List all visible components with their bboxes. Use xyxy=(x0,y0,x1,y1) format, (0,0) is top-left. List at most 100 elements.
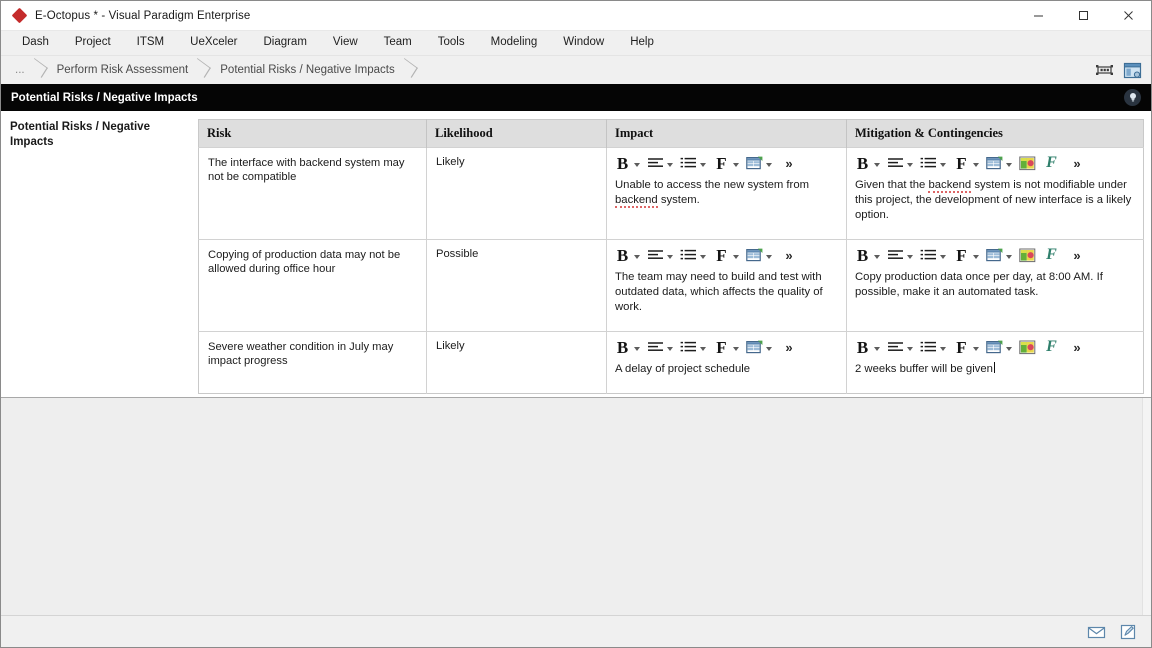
column-header-mitigation[interactable]: Mitigation & Contingencies xyxy=(846,119,1144,148)
align-icon[interactable] xyxy=(887,152,904,174)
column-header-impact[interactable]: Impact xyxy=(606,119,847,148)
maximize-button[interactable] xyxy=(1061,1,1106,31)
image-icon[interactable] xyxy=(1019,336,1036,358)
table-icon[interactable] xyxy=(986,336,1003,358)
mitigation-text[interactable]: Copy production data once per day, at 8:… xyxy=(847,268,1143,308)
mitigation-text[interactable]: Given that the backend system is not mod… xyxy=(847,176,1143,231)
font-dropdown-caret-icon[interactable] xyxy=(973,255,979,259)
list-icon[interactable] xyxy=(680,336,697,358)
list-dropdown-caret-icon[interactable] xyxy=(940,255,946,259)
cell-risk[interactable]: Severe weather condition in July may imp… xyxy=(198,331,427,394)
menu-item-dash[interactable]: Dash xyxy=(9,33,62,53)
vertical-scrollbar[interactable] xyxy=(1142,398,1151,615)
table-dropdown-caret-icon[interactable] xyxy=(1006,255,1012,259)
align-dropdown-caret-icon[interactable] xyxy=(667,163,673,167)
shape-icon[interactable]: F xyxy=(1043,152,1060,174)
table-dropdown-caret-icon[interactable] xyxy=(1006,163,1012,167)
edit-note-icon[interactable] xyxy=(1117,622,1139,642)
list-icon[interactable] xyxy=(680,244,697,266)
list-dropdown-caret-icon[interactable] xyxy=(940,347,946,351)
image-icon[interactable] xyxy=(1019,152,1036,174)
bold-icon[interactable]: B xyxy=(854,244,871,266)
align-dropdown-caret-icon[interactable] xyxy=(907,255,913,259)
menu-item-diagram[interactable]: Diagram xyxy=(250,33,319,53)
bold-icon[interactable]: B xyxy=(614,152,631,174)
mitigation-text[interactable]: 2 weeks buffer will be given xyxy=(847,360,1143,385)
breadcrumb-item-perform-risk-assessment[interactable]: Perform Risk Assessment xyxy=(47,59,211,81)
align-dropdown-caret-icon[interactable] xyxy=(907,163,913,167)
menu-item-modeling[interactable]: Modeling xyxy=(478,33,551,53)
table-icon[interactable] xyxy=(746,152,763,174)
more-icon[interactable]: » xyxy=(779,336,796,358)
table-dropdown-caret-icon[interactable] xyxy=(766,347,772,351)
align-icon[interactable] xyxy=(887,336,904,358)
minimize-button[interactable] xyxy=(1016,1,1061,31)
cell-mitigation[interactable]: B F F » Given that the backend system is not… xyxy=(846,147,1144,240)
cell-impact[interactable]: B F » The team may need to build and test w… xyxy=(606,239,847,332)
list-dropdown-caret-icon[interactable] xyxy=(700,347,706,351)
lightbulb-icon[interactable] xyxy=(1124,89,1141,106)
list-dropdown-caret-icon[interactable] xyxy=(940,163,946,167)
menu-item-tools[interactable]: Tools xyxy=(425,33,478,53)
menu-item-window[interactable]: Window xyxy=(550,33,617,53)
mail-icon[interactable] xyxy=(1085,622,1107,642)
font-dropdown-caret-icon[interactable] xyxy=(973,347,979,351)
menu-item-uexceler[interactable]: UeXceler xyxy=(177,33,250,53)
bold-icon[interactable]: B xyxy=(614,244,631,266)
table-icon[interactable] xyxy=(746,336,763,358)
align-icon[interactable] xyxy=(887,244,904,266)
cell-impact[interactable]: B F » A delay of project schedule xyxy=(606,331,847,394)
list-icon[interactable] xyxy=(680,152,697,174)
align-icon[interactable] xyxy=(647,152,664,174)
font-dropdown-caret-icon[interactable] xyxy=(733,163,739,167)
image-icon[interactable] xyxy=(1019,244,1036,266)
more-icon[interactable]: » xyxy=(1067,152,1084,174)
impact-text[interactable]: Unable to access the new system from bac… xyxy=(607,176,846,216)
table-icon[interactable] xyxy=(746,244,763,266)
column-header-likelihood[interactable]: Likelihood xyxy=(426,119,607,148)
font-icon[interactable]: F xyxy=(713,244,730,266)
menu-item-team[interactable]: Team xyxy=(371,33,425,53)
bold-icon[interactable]: B xyxy=(614,336,631,358)
list-icon[interactable] xyxy=(920,244,937,266)
list-dropdown-caret-icon[interactable] xyxy=(700,255,706,259)
fit-width-icon[interactable] xyxy=(1093,60,1115,80)
bold-dropdown-caret-icon[interactable] xyxy=(634,255,640,259)
menu-item-help[interactable]: Help xyxy=(617,33,667,53)
breadcrumb-item-potential-risks[interactable]: Potential Risks / Negative Impacts xyxy=(210,59,417,81)
font-dropdown-caret-icon[interactable] xyxy=(733,347,739,351)
bold-dropdown-caret-icon[interactable] xyxy=(874,255,880,259)
more-icon[interactable]: » xyxy=(1067,244,1084,266)
align-dropdown-caret-icon[interactable] xyxy=(667,255,673,259)
shape-icon[interactable]: F xyxy=(1043,244,1060,266)
more-icon[interactable]: » xyxy=(1067,336,1084,358)
menu-item-itsm[interactable]: ITSM xyxy=(124,33,177,53)
font-dropdown-caret-icon[interactable] xyxy=(973,163,979,167)
table-dropdown-caret-icon[interactable] xyxy=(766,255,772,259)
bold-dropdown-caret-icon[interactable] xyxy=(874,347,880,351)
more-icon[interactable]: » xyxy=(779,244,796,266)
bold-icon[interactable]: B xyxy=(854,152,871,174)
bold-dropdown-caret-icon[interactable] xyxy=(634,347,640,351)
column-header-risk[interactable]: Risk xyxy=(198,119,427,148)
align-dropdown-caret-icon[interactable] xyxy=(667,347,673,351)
font-icon[interactable]: F xyxy=(713,152,730,174)
more-icon[interactable]: » xyxy=(779,152,796,174)
impact-text[interactable]: The team may need to build and test with… xyxy=(607,268,846,323)
table-dropdown-caret-icon[interactable] xyxy=(1006,347,1012,351)
cell-likelihood[interactable]: Possible xyxy=(426,239,607,332)
list-dropdown-caret-icon[interactable] xyxy=(700,163,706,167)
menu-item-view[interactable]: View xyxy=(320,33,371,53)
cell-likelihood[interactable]: Likely xyxy=(426,331,607,394)
align-dropdown-caret-icon[interactable] xyxy=(907,347,913,351)
likelihood-dropdown[interactable]: Possible xyxy=(427,240,606,268)
align-icon[interactable] xyxy=(647,244,664,266)
cell-risk[interactable]: Copying of production data may not be al… xyxy=(198,239,427,332)
cell-mitigation[interactable]: B F F » 2 weeks buffer will be given xyxy=(846,331,1144,394)
font-dropdown-caret-icon[interactable] xyxy=(733,255,739,259)
list-icon[interactable] xyxy=(920,152,937,174)
table-icon[interactable] xyxy=(986,152,1003,174)
font-icon[interactable]: F xyxy=(953,244,970,266)
cell-risk[interactable]: The interface with backend system may no… xyxy=(198,147,427,240)
breadcrumb-item-overflow[interactable]: ... xyxy=(7,59,47,81)
